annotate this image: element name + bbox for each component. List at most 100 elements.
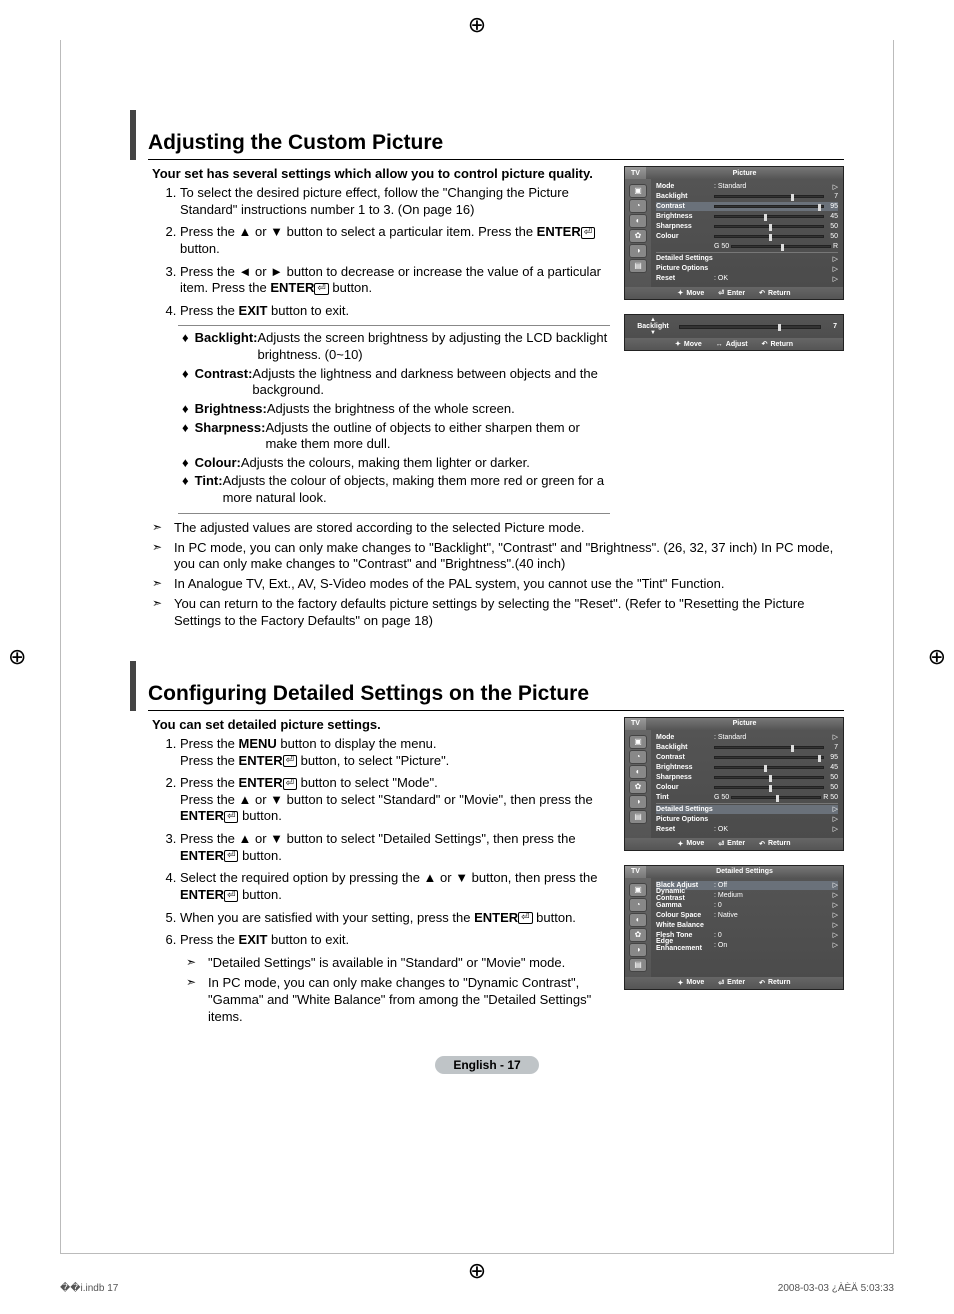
osd-return: ↶Return — [762, 340, 793, 348]
osd-return: ↶Return — [759, 840, 790, 848]
page-number-pill: English - 17 — [435, 1056, 538, 1074]
osd-row: TintG 50R 50 — [656, 793, 838, 802]
osd-enter-icon: ⏎ — [718, 289, 724, 297]
osd-row: Backlight7 — [656, 192, 838, 201]
osd-nav-icon: ▤ — [629, 958, 647, 972]
steps-list-1: To select the desired picture effect, fo… — [180, 185, 610, 319]
note-item: In PC mode, you can only make changes to… — [152, 540, 844, 574]
definitions-box: ♦Backlight: Adjusts the screen brightnes… — [178, 325, 610, 513]
step-4: Select the required option by pressing t… — [180, 870, 610, 903]
enter-icon: ⏎ — [224, 811, 238, 823]
osd-row: Mode: Standard▷ — [656, 733, 838, 742]
osd-nav-icon: ◔ — [629, 199, 647, 213]
step-6: Press the EXIT button to exit. — [180, 932, 610, 949]
intro-text-2: You can set detailed picture settings. — [152, 717, 610, 732]
osd-title: Picture — [646, 718, 843, 730]
osd-tab-tv: TV — [625, 167, 646, 179]
osd-adjust: ↔Adjust — [716, 341, 748, 348]
osd-move: ✦Move — [678, 840, 705, 848]
osd-tab-tv: TV — [625, 718, 646, 730]
section-bar — [130, 661, 136, 711]
osd-row: Colour50 — [656, 232, 838, 241]
section-title-detailed-settings: Configuring Detailed Settings on the Pic… — [148, 682, 844, 711]
osd-title: Detailed Settings — [646, 866, 843, 878]
osd-picture-menu-1: TVPicture▣◔◐✿◑▤Mode: Standard▷Backlight7… — [624, 166, 844, 300]
osd-return-icon: ↶ — [759, 840, 765, 848]
osd-nav-icon: ◑ — [629, 244, 647, 258]
osd-row: Contrast95 — [656, 202, 838, 211]
osd-row: White Balance▷ — [656, 921, 838, 930]
osd-nav-icon: ✿ — [629, 928, 647, 942]
step-2: Press the ▲ or ▼ button to select a part… — [180, 224, 610, 257]
osd-row: Mode: Standard▷ — [656, 182, 838, 191]
osd-move: ✦Move — [678, 979, 705, 987]
step-3: Press the ▲ or ▼ button to select "Detai… — [180, 831, 610, 864]
osd-enter: ⏎Enter — [718, 979, 745, 987]
osd-enter-icon: ⏎ — [718, 979, 724, 987]
osd-move-icon: ✦ — [678, 840, 684, 848]
osd-detailed-settings: TVDetailed Settings▣◔◐✿◑▤Black Adjust: O… — [624, 865, 844, 990]
definition-row: ♦Colour: Adjusts the colours, making the… — [180, 455, 608, 472]
step-4: Press the EXIT button to exit. — [180, 303, 610, 320]
section-title-custom-picture: Adjusting the Custom Picture — [148, 131, 844, 160]
margin-rule-right — [893, 40, 894, 1253]
print-info: ��i.indb 17 2008-03-03 ¿ÀÈÄ 5:03:33 — [60, 1283, 894, 1294]
osd-enter: ⏎Enter — [718, 840, 745, 848]
definition-row: ♦Brightness: Adjusts the brightness of t… — [180, 401, 608, 418]
definition-row: ♦Tint: Adjusts the colour of objects, ma… — [180, 473, 608, 506]
osd-row: Detailed Settings▷ — [656, 254, 838, 263]
osd-row: Backlight7 — [656, 743, 838, 752]
osd-row: Reset: OK▷ — [656, 274, 838, 283]
enter-icon: ⏎ — [224, 890, 238, 902]
osd-nav-icon: ✿ — [629, 780, 647, 794]
osd-nav-icon: ◔ — [629, 750, 647, 764]
osd-row: Brightness45 — [656, 763, 838, 772]
enter-icon: ⏎ — [283, 778, 297, 790]
page-frame: Adjusting the Custom Picture Your set ha… — [60, 40, 894, 1254]
crop-mark-bottom: ⊕ — [468, 1258, 486, 1284]
osd-nav-icon: ◐ — [629, 214, 647, 228]
note-item: In Analogue TV, Ext., AV, S-Video modes … — [152, 576, 844, 593]
print-right: 2008-03-03 ¿ÀÈÄ 5:03:33 — [778, 1283, 894, 1294]
osd-picture-menu-2: TVPicture▣◔◐✿◑▤Mode: Standard▷Backlight7… — [624, 717, 844, 851]
osd-row: Detailed Settings▷ — [656, 805, 838, 814]
osd-enter-icon: ⏎ — [718, 840, 724, 848]
note-item: The adjusted values are stored according… — [152, 520, 844, 537]
intro-text-1: Your set has several settings which allo… — [152, 166, 610, 181]
osd-row: Colour Space: Native▷ — [656, 911, 838, 920]
margin-rule-left — [60, 40, 61, 1253]
osd-backlight-slider: ▲Backlight▼7✦Move↔Adjust↶Return — [624, 314, 844, 351]
osd-move: ✦Move — [675, 340, 702, 348]
osd-row: Dynamic Contrast: Medium▷ — [656, 891, 838, 900]
note-item: You can return to the factory defaults p… — [152, 596, 844, 630]
step-2: Press the ENTER⏎ button to select "Mode"… — [180, 775, 610, 825]
crop-mark-right: ⊕ — [928, 644, 946, 670]
definition-row: ♦Sharpness: Adjusts the outline of objec… — [180, 420, 608, 453]
osd-nav-icon: ✿ — [629, 229, 647, 243]
osd-nav-icon: ◑ — [629, 943, 647, 957]
osd-nav-icon: ◐ — [629, 765, 647, 779]
osd-nav-icon: ▤ — [629, 810, 647, 824]
osd-row: Sharpness50 — [656, 773, 838, 782]
step-5: When you are satisfied with your setting… — [180, 910, 610, 927]
crop-mark-left: ⊕ — [8, 644, 26, 670]
osd-row: Colour50 — [656, 783, 838, 792]
osd-return-icon: ↶ — [759, 289, 765, 297]
definition-row: ♦Contrast: Adjusts the lightness and dar… — [180, 366, 608, 399]
osd-row: Gamma: 0▷ — [656, 901, 838, 910]
osd-move-icon: ✦ — [678, 979, 684, 987]
enter-icon: ⏎ — [283, 755, 297, 767]
note-item: "Detailed Settings" is available in "Sta… — [186, 955, 610, 972]
page-footer: English - 17 — [130, 1056, 844, 1074]
osd-row: G 50R — [656, 242, 838, 251]
osd-row: Brightness45 — [656, 212, 838, 221]
step-1: Press the MENU button to display the men… — [180, 736, 610, 769]
crop-mark-top: ⊕ — [468, 12, 486, 38]
step-1: To select the desired picture effect, fo… — [180, 185, 610, 218]
steps-list-2: Press the MENU button to display the men… — [180, 736, 610, 949]
osd-return: ↶Return — [759, 979, 790, 987]
section-bar — [130, 110, 136, 160]
osd-row: Reset: OK▷ — [656, 825, 838, 834]
osd-nav-icon: ▣ — [629, 883, 647, 897]
osd-backlight-label: ▲Backlight▼ — [631, 317, 675, 336]
